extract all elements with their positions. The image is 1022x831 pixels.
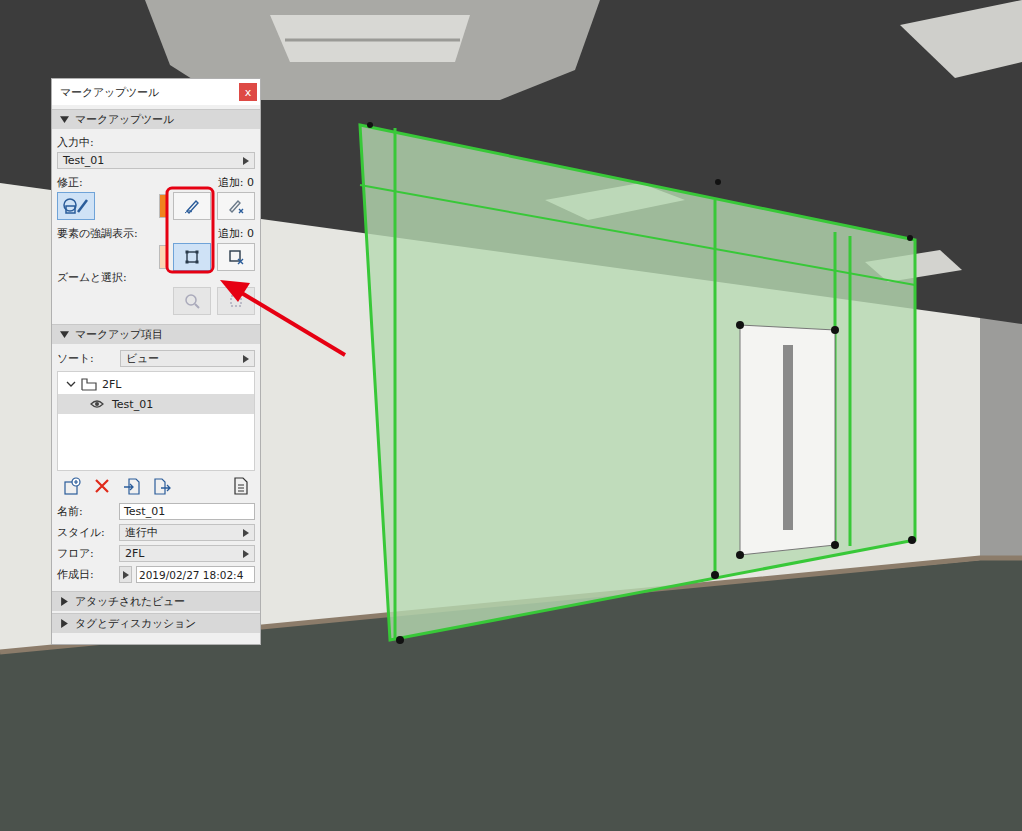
zoom-label: ズームと選択:: [57, 271, 255, 285]
partition-wall[interactable]: [360, 125, 915, 640]
corridor-column: [980, 318, 1022, 560]
zoom-button[interactable]: [173, 287, 211, 315]
dropdown-arrow-icon: [243, 529, 249, 537]
sort-label: ソート:: [57, 351, 112, 366]
date-field[interactable]: 2019/02/27 18:02:4: [136, 566, 255, 583]
section-title: タグとディスカッション: [75, 616, 196, 631]
property-dropdown[interactable]: 2FL: [119, 545, 255, 562]
items-toolbar: [57, 471, 255, 499]
section-header[interactable]: マークアップツール: [52, 109, 260, 129]
highlight-label-row: 要素の強調表示: 追加: 0: [57, 227, 255, 241]
sort-value: ビュー: [126, 351, 159, 366]
markup-tree[interactable]: 2FL Test_01: [57, 371, 255, 471]
property-value: 2019/02/27 18:02:4: [139, 569, 243, 581]
new-item-icon[interactable]: [63, 477, 81, 495]
active-value: Test_01: [63, 154, 104, 167]
modify-add-button[interactable]: [173, 192, 211, 220]
property-label: スタイル:: [57, 525, 119, 540]
pencil-icon: [183, 197, 201, 215]
section-title: マークアップ項目: [75, 327, 163, 342]
property-date: 2019/02/27 18:02:4: [119, 566, 255, 583]
door[interactable]: [736, 321, 839, 559]
section-header[interactable]: タグとディスカッション: [52, 613, 260, 633]
highlight-label: 要素の強調表示:: [57, 227, 138, 241]
property-value: Test_01: [124, 505, 165, 518]
modify-remove-button[interactable]: [217, 192, 255, 220]
highlight-add-button[interactable]: [173, 243, 211, 271]
app: マークアップツール x マークアップツール 入力中: Test_01 修正: 追…: [0, 0, 1022, 831]
property-label: フロア:: [57, 546, 119, 561]
modify-label: 修正:: [57, 176, 83, 190]
floor: [0, 0, 1022, 831]
toggle-icon: [60, 597, 69, 606]
modify-count: 追加: 0: [218, 176, 255, 190]
title-bar[interactable]: マークアップツール x: [52, 79, 260, 105]
section-title: マークアップツール: [75, 112, 174, 127]
chevron-icon: [66, 379, 76, 389]
annotation-layer: [0, 0, 1022, 831]
highlight-box: [167, 188, 213, 272]
delete-icon[interactable]: [93, 477, 111, 495]
property-label: 名前:: [57, 504, 119, 519]
modify-color-swatch[interactable]: [159, 194, 167, 218]
modify-row: [57, 192, 255, 220]
section-header[interactable]: アタッチされたビュー: [52, 591, 260, 611]
toggle-icon: [60, 330, 69, 339]
active-label: 入力中:: [57, 136, 255, 150]
dropdown-arrow-icon: [243, 355, 249, 363]
arrow-head-icon: [220, 280, 250, 302]
property-label: 作成日:: [57, 567, 119, 582]
section-title: アタッチされたビュー: [75, 594, 185, 609]
arrow-line: [240, 292, 345, 355]
date-picker-button[interactable]: [119, 566, 132, 583]
dropdown-arrow-icon: [243, 550, 249, 558]
tool-section: 入力中: Test_01 修正: 追加: 0 要素の強調表示: 追加: 0 ズー…: [52, 129, 260, 324]
section-header[interactable]: マークアップ項目: [52, 324, 260, 344]
modify-label-row: 修正: 追加: 0: [57, 176, 255, 190]
toggle-icon: [60, 115, 69, 124]
eye-icon[interactable]: [90, 399, 104, 409]
tree-label: Test_01: [112, 398, 153, 411]
select-button[interactable]: [217, 287, 255, 315]
active-dropdown[interactable]: Test_01: [57, 152, 255, 169]
expand-arrow-icon: [123, 571, 129, 579]
tree-item[interactable]: Test_01: [58, 394, 254, 414]
sort-row: ソート: ビュー: [57, 350, 255, 367]
hotspot-dots: [367, 122, 916, 644]
modify-mode-button[interactable]: [57, 192, 95, 220]
pencil-remove-icon: [227, 197, 245, 215]
element-box-remove-icon: [227, 248, 245, 266]
document-icon[interactable]: [233, 477, 249, 495]
highlight-count: 追加: 0: [218, 227, 255, 241]
highlight-row: [57, 243, 255, 271]
sort-dropdown[interactable]: ビュー: [120, 350, 255, 367]
markup-shapes-icon: [62, 196, 90, 216]
dropdown-arrow-icon: [243, 157, 249, 165]
property-input[interactable]: Test_01: [119, 503, 255, 520]
zoom-icon: [183, 292, 201, 310]
select-icon: [227, 292, 245, 310]
window-title: マークアップツール: [60, 85, 159, 100]
tree-label: 2FL: [102, 378, 121, 391]
properties: 名前: Test_01 スタイル: 進行中 フロア: 2FL 作成日: 2019/…: [57, 503, 255, 583]
property-value: 進行中: [125, 525, 158, 540]
markup-palette[interactable]: マークアップツール x マークアップツール 入力中: Test_01 修正: 追…: [51, 78, 261, 645]
zoom-row: [57, 287, 255, 315]
import-icon[interactable]: [123, 477, 141, 495]
close-button[interactable]: x: [239, 83, 257, 101]
property-dropdown[interactable]: 進行中: [119, 524, 255, 541]
element-box-icon: [183, 248, 201, 266]
ceiling-vent: [900, 0, 1022, 78]
items-section: ソート: ビュー 2FL Test_01 名前: Test_01 スタイル: 進行…: [52, 344, 260, 589]
toggle-icon: [60, 619, 69, 628]
property-value: 2FL: [125, 547, 144, 560]
tree-folder[interactable]: 2FL: [58, 374, 254, 394]
highlight-remove-button[interactable]: [217, 243, 255, 271]
export-icon[interactable]: [153, 477, 171, 495]
highlight-color-swatch[interactable]: [159, 245, 167, 269]
floor-icon: [81, 377, 97, 391]
